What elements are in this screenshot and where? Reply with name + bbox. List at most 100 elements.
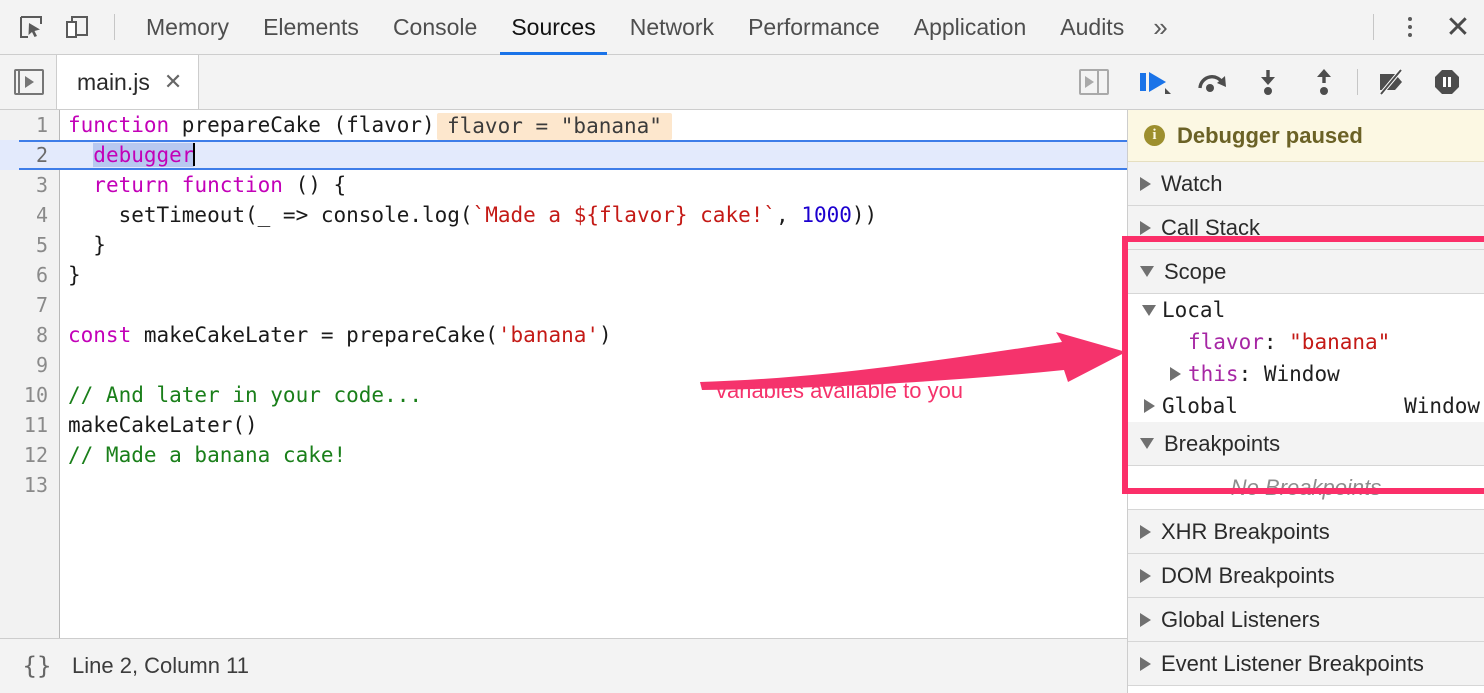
- line-number: 8: [0, 320, 48, 350]
- code-token: function: [68, 113, 169, 137]
- step-into-next-function-call-icon[interactable]: [1240, 55, 1296, 110]
- scope-local-group[interactable]: Local: [1128, 294, 1484, 326]
- tab-audits[interactable]: Audits: [1043, 0, 1141, 55]
- chevron-right-icon: [1140, 221, 1151, 235]
- toolbar-divider: [114, 14, 115, 40]
- tab-label: Console: [393, 14, 477, 41]
- resume-script-execution-icon[interactable]: [1128, 55, 1184, 110]
- scope-global-value: Window: [1404, 390, 1484, 422]
- code-line-text: }: [68, 260, 81, 290]
- code-token: makeCakeLater = prepareCake(: [131, 323, 498, 347]
- toolbar-divider-right: [1373, 14, 1374, 40]
- paused-banner-label: Debugger paused: [1177, 123, 1363, 149]
- scope-local-label: Local: [1162, 294, 1225, 326]
- devtools-main-toolbar: Memory Elements Console Sources Network …: [0, 0, 1484, 55]
- more-tabs-chevron-icon[interactable]: »: [1141, 0, 1179, 55]
- scope-global-group[interactable]: Global Window: [1128, 390, 1484, 422]
- tab-label: Application: [914, 14, 1027, 41]
- code-token: return function: [93, 173, 283, 197]
- code-line[interactable]: 12 // Made a banana cake!: [0, 440, 1127, 470]
- tab-label: Elements: [263, 14, 359, 41]
- tab-console[interactable]: Console: [376, 0, 494, 55]
- scope-variable-flavor[interactable]: flavor : "banana": [1128, 326, 1484, 358]
- sidebar-section-xhr-breakpoints[interactable]: XHR Breakpoints: [1128, 510, 1484, 554]
- code-line[interactable]: 2 debugger: [0, 140, 1127, 170]
- variable-value: Window: [1264, 358, 1340, 390]
- chevron-right-icon: [1136, 399, 1162, 413]
- code-token: debugger: [93, 143, 194, 167]
- line-number: 4: [0, 200, 48, 230]
- code-line-text: // Made a banana cake!: [68, 440, 346, 470]
- code-line-text: makeCakeLater(): [68, 410, 258, 440]
- more-options-kebab-icon[interactable]: [1388, 5, 1432, 49]
- sidebar-section-global-listeners[interactable]: Global Listeners: [1128, 598, 1484, 642]
- sidebar-section-scope[interactable]: Scope: [1128, 250, 1484, 294]
- device-toolbar-icon[interactable]: [54, 4, 100, 50]
- code-token: ): [599, 323, 612, 347]
- section-label: Call Stack: [1161, 215, 1260, 241]
- debugger-paused-banner: i Debugger paused: [1128, 110, 1484, 162]
- sidebar-section-call-stack[interactable]: Call Stack: [1128, 206, 1484, 250]
- info-icon: i: [1144, 125, 1165, 146]
- show-debugger-sidebar-icon[interactable]: [1060, 55, 1128, 109]
- tab-sources[interactable]: Sources: [494, 0, 612, 55]
- code-line[interactable]: 4 setTimeout(_ => console.log(`Made a ${…: [0, 200, 1127, 230]
- code-token: const: [68, 323, 131, 347]
- line-number: 2: [0, 140, 48, 170]
- sidebar-section-dom-breakpoints[interactable]: DOM Breakpoints: [1128, 554, 1484, 598]
- section-label: Event Listener Breakpoints: [1161, 651, 1424, 677]
- pretty-print-icon[interactable]: {}: [14, 652, 60, 680]
- code-line[interactable]: 5 }: [0, 230, 1127, 260]
- section-label: Breakpoints: [1164, 431, 1280, 457]
- devtools-window: Memory Elements Console Sources Network …: [0, 0, 1484, 693]
- annotation-label: variables available to you: [716, 378, 963, 404]
- code-token: }: [68, 263, 81, 287]
- line-number: 3: [0, 170, 48, 200]
- step-over-next-function-call-icon[interactable]: [1184, 55, 1240, 110]
- tab-label: Performance: [748, 14, 880, 41]
- code-line[interactable]: 7: [0, 290, 1127, 320]
- variable-value: "banana": [1289, 326, 1390, 358]
- code-token: ,: [776, 203, 801, 227]
- code-line[interactable]: 3 return function () {: [0, 170, 1127, 200]
- show-navigator-icon[interactable]: [14, 69, 44, 95]
- section-label: Scope: [1164, 259, 1226, 285]
- sidebar-section-watch[interactable]: Watch: [1128, 162, 1484, 206]
- file-tab-main-js[interactable]: main.js ✕: [56, 55, 199, 109]
- section-label: DOM Breakpoints: [1161, 563, 1335, 589]
- sources-file-tabbar: main.js ✕: [0, 55, 1128, 110]
- file-tab-label: main.js: [77, 69, 150, 96]
- line-number: 5: [0, 230, 48, 260]
- scope-tree: Local flavor : "banana" this : Window Gl…: [1128, 294, 1484, 422]
- line-number: 12: [0, 440, 48, 470]
- controls-divider: [1357, 69, 1358, 95]
- scope-variable-this[interactable]: this : Window: [1128, 358, 1484, 390]
- code-line-text: // And later in your code...: [68, 380, 422, 410]
- code-line[interactable]: 6}: [0, 260, 1127, 290]
- code-line[interactable]: 13: [0, 470, 1127, 500]
- deactivate-breakpoints-icon[interactable]: [1363, 55, 1419, 110]
- inspect-element-icon[interactable]: [8, 4, 54, 50]
- close-icon[interactable]: ✕: [1432, 5, 1484, 49]
- code-line[interactable]: 11makeCakeLater(): [0, 410, 1127, 440]
- code-line-text: setTimeout(_ => console.log(`Made a ${fl…: [68, 200, 877, 230]
- scope-global-label: Global: [1162, 390, 1238, 422]
- file-tab-close-icon[interactable]: ✕: [164, 69, 182, 95]
- section-label: XHR Breakpoints: [1161, 519, 1330, 545]
- tab-performance[interactable]: Performance: [731, 0, 897, 55]
- tab-application[interactable]: Application: [897, 0, 1044, 55]
- sidebar-section-event-listener-breakpoints[interactable]: Event Listener Breakpoints: [1128, 642, 1484, 686]
- tab-elements[interactable]: Elements: [246, 0, 376, 55]
- code-line-text: return function () {: [68, 170, 346, 200]
- tab-memory[interactable]: Memory: [129, 0, 246, 55]
- line-number: 13: [0, 470, 48, 500]
- chevron-right-icon: [1140, 613, 1151, 627]
- sidebar-section-breakpoints[interactable]: Breakpoints: [1128, 422, 1484, 466]
- debugger-controls-toolbar: [1128, 55, 1484, 110]
- cursor-position-label: Line 2, Column 11: [72, 653, 249, 679]
- tab-network[interactable]: Network: [613, 0, 731, 55]
- variable-separator: :: [1264, 326, 1289, 358]
- pause-on-exceptions-icon[interactable]: [1419, 55, 1475, 110]
- step-out-of-current-function-icon[interactable]: [1296, 55, 1352, 110]
- line-number: 10: [0, 380, 48, 410]
